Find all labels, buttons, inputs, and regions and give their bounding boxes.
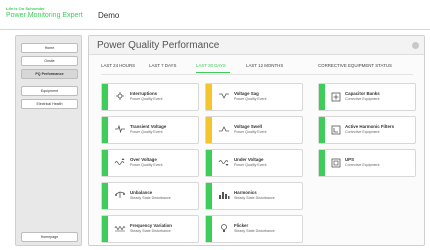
status-bar (102, 216, 108, 242)
equipment-title: Active Harmonic Filters (345, 124, 395, 129)
brand-name: Power Monitoring Expert (6, 12, 83, 19)
settings-icon[interactable] (412, 42, 419, 49)
panel-header: Power Quality Performance (89, 36, 424, 55)
status-bar (319, 150, 325, 176)
tab-last-12-months[interactable]: LAST 12 MONTHS (246, 63, 283, 68)
status-bar (102, 183, 108, 209)
event-title: Interruptions (130, 91, 158, 96)
status-bar (206, 216, 212, 242)
event-subtitle: Steady State Disturbance (130, 229, 171, 233)
event-subtitle: Power Quality Event (234, 163, 267, 167)
event-subtitle: Power Quality Event (234, 130, 267, 134)
event-subtitle: Power Quality Event (130, 130, 163, 134)
capacitor-icon (331, 92, 343, 102)
event-card-voltage-sag[interactable]: Voltage Sag Power Quality Event (205, 83, 303, 111)
harmonics-icon (218, 190, 230, 200)
sidebar-item-equipment[interactable]: Equipment (21, 86, 78, 96)
filter-icon (331, 125, 343, 135)
equipment-subtitle: Corrective Equipment (345, 163, 380, 167)
event-title: Voltage Sag (234, 91, 259, 96)
tab-last-7-days[interactable]: LAST 7 DAYS (149, 63, 176, 68)
event-subtitle: Steady State Disturbance (234, 229, 275, 233)
app-name: Demo (98, 11, 120, 20)
top-bar: Life Is On Schneider Power Monitoring Ex… (0, 0, 430, 30)
active-tab-underline (196, 72, 230, 73)
corrective-card-active-harmonic-filters[interactable]: Active Harmonic Filters Corrective Equip… (318, 116, 416, 144)
sidebar: Home Onsite PQ Performance Equipment Ele… (15, 35, 82, 246)
event-card-over-voltage[interactable]: Over Voltage Power Quality Event (101, 149, 199, 177)
event-title: Over Voltage (130, 157, 157, 162)
event-title: Frequency Variation (130, 223, 172, 228)
event-subtitle: Steady State Disturbance (130, 196, 171, 200)
status-bar (206, 183, 212, 209)
frequency-icon (114, 223, 126, 233)
status-bar (206, 84, 212, 110)
sidebar-item-home[interactable]: Home (21, 43, 78, 53)
tab-last-24-hours[interactable]: LAST 24 HOURS (101, 63, 135, 68)
over-voltage-icon (114, 157, 126, 167)
sidebar-item-electrical-health[interactable]: Electrical Health (21, 99, 78, 109)
main-panel: Power Quality Performance LAST 24 HOURS … (88, 35, 425, 246)
status-bar (102, 84, 108, 110)
event-card-interruptions[interactable]: Interruptions Power Quality Event (101, 83, 199, 111)
status-bar (319, 117, 325, 143)
event-card-transient-voltage[interactable]: Transient Voltage Power Quality Event (101, 116, 199, 144)
event-subtitle: Power Quality Event (234, 97, 267, 101)
voltage-sag-icon (218, 91, 230, 101)
equipment-subtitle: Corrective Equipment (345, 97, 380, 101)
under-voltage-icon (218, 157, 230, 167)
flicker-icon (218, 223, 230, 233)
corrective-equipment-heading: CORRECTIVE EQUIPMENT STATUS (318, 63, 392, 68)
event-card-frequency-variation[interactable]: Frequency Variation Steady State Disturb… (101, 215, 199, 243)
equipment-title: UPS (345, 157, 355, 162)
brand-logo[interactable]: Life Is On Schneider Power Monitoring Ex… (6, 6, 83, 20)
event-title: Unbalance (130, 190, 153, 195)
event-title: Harmonics (234, 190, 257, 195)
corrective-card-capacitor-banks[interactable]: Capacitor Banks Corrective Equipment (318, 83, 416, 111)
transient-icon (114, 124, 126, 134)
status-bar (102, 150, 108, 176)
event-subtitle: Power Quality Event (130, 163, 163, 167)
homepage-button[interactable]: Homepage (21, 232, 78, 242)
sidebar-item-onsite[interactable]: Onsite (21, 56, 78, 66)
event-title: Voltage Swell (234, 124, 262, 129)
tabs-divider (101, 74, 413, 75)
page-title: Power Quality Performance (97, 40, 220, 51)
event-subtitle: Power Quality Event (130, 97, 163, 101)
tab-last-30-days[interactable]: LAST 30 DAYS (196, 63, 226, 68)
interruption-icon (114, 91, 126, 101)
status-bar (319, 84, 325, 110)
sidebar-item-pq-performance[interactable]: PQ Performance (21, 69, 78, 79)
voltage-swell-icon (218, 124, 230, 134)
ups-icon (331, 158, 343, 168)
equipment-title: Capacitor Banks (345, 91, 380, 96)
status-bar (102, 117, 108, 143)
unbalance-icon (114, 190, 126, 200)
event-title: Under Voltage (234, 157, 264, 162)
event-card-unbalance[interactable]: Unbalance Steady State Disturbance (101, 182, 199, 210)
event-subtitle: Steady State Disturbance (234, 196, 275, 200)
event-card-under-voltage[interactable]: Under Voltage Power Quality Event (205, 149, 303, 177)
event-card-harmonics[interactable]: Harmonics Steady State Disturbance (205, 182, 303, 210)
corrective-card-ups[interactable]: UPS Corrective Equipment (318, 149, 416, 177)
event-card-flicker[interactable]: Flicker Steady State Disturbance (205, 215, 303, 243)
status-bar (206, 150, 212, 176)
event-title: Transient Voltage (130, 124, 167, 129)
event-card-voltage-swell[interactable]: Voltage Swell Power Quality Event (205, 116, 303, 144)
equipment-subtitle: Corrective Equipment (345, 130, 380, 134)
event-title: Flicker (234, 223, 249, 228)
status-bar (206, 117, 212, 143)
